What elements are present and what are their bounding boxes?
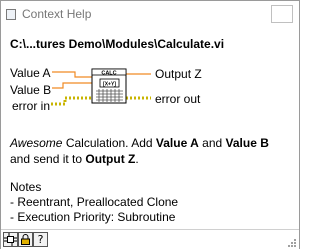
detailed-help-button[interactable]: ? [33, 232, 48, 247]
vi-icon: CALC [X+Y] [91, 68, 127, 104]
desc-value-a: Value A [155, 136, 199, 150]
terminal-error-out: error out [155, 92, 201, 106]
terminal-value-a: Value A [10, 66, 51, 80]
value-b-wire [52, 82, 92, 89]
note-item: - Reentrant, Preallocated Clone [10, 195, 179, 209]
detailed-help-icon: ? [37, 233, 44, 246]
value-a-wire [52, 71, 92, 78]
desc-value-b: Value B [225, 136, 269, 150]
window-icon [6, 9, 16, 20]
note-item: - Execution Priority: Subroutine [10, 210, 176, 224]
desc-text: and [198, 136, 226, 150]
terminal-output-z: Output Z [155, 67, 202, 81]
show-optional-terminals-icon [4, 233, 17, 246]
window-title: Context Help [22, 7, 92, 21]
error-in-wire [51, 96, 92, 106]
show-optional-terminals-button[interactable] [3, 232, 18, 247]
vi-icon-title: CALC [101, 70, 116, 76]
desc-text: and send it to [10, 152, 86, 166]
help-content: C:\...tures Demo\Modules\Calculate.vi CA… [1, 28, 299, 229]
lock-button[interactable] [18, 232, 33, 247]
help-toolbar: ? [1, 229, 299, 250]
close-button[interactable] [271, 5, 293, 23]
terminal-error-in: error in [12, 99, 51, 113]
desc-emphasis: Awesome [10, 136, 63, 150]
terminal-value-b: Value B [10, 83, 52, 97]
notes-heading: Notes [10, 180, 42, 194]
title-bar[interactable]: Context Help [1, 1, 299, 28]
vi-description: Awesome Calculation. Add Value A and Val… [10, 135, 290, 167]
desc-text: Calculation. Add [62, 136, 156, 150]
resize-grip-icon[interactable] [287, 238, 297, 248]
lock-icon [21, 234, 30, 245]
vi-icon-formula: [X+Y] [103, 82, 116, 88]
notes-section: Notes - Reentrant, Preallocated Clone - … [10, 180, 290, 225]
desc-output-z: Output Z [85, 152, 136, 166]
context-help-window: Context Help C:\...tures Demo\Modules\Ca… [0, 0, 300, 250]
desc-text: . [135, 152, 139, 166]
